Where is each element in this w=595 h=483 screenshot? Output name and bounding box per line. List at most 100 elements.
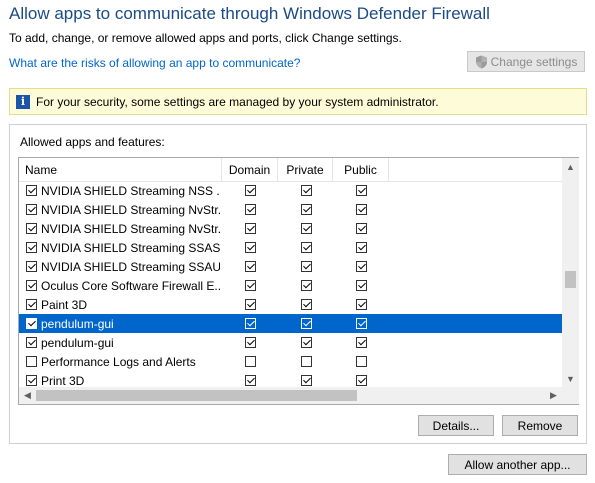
scroll-left-arrow-icon[interactable]: ◀ [19, 387, 36, 404]
public-checkbox[interactable] [356, 280, 367, 291]
details-button[interactable]: Details... [418, 415, 494, 436]
app-enabled-checkbox[interactable] [26, 318, 37, 329]
column-header-public[interactable]: Public [333, 158, 389, 181]
private-checkbox[interactable] [301, 337, 312, 348]
table-row[interactable]: Oculus Core Software Firewall E... [19, 276, 562, 295]
admin-info-bar: i For your security, some settings are m… [9, 88, 587, 115]
app-enabled-checkbox[interactable] [26, 375, 37, 386]
app-name-cell: NVIDIA SHIELD Streaming SSAS ... [26, 238, 220, 257]
app-name-cell: NVIDIA SHIELD Streaming NvStr... [26, 200, 220, 219]
app-enabled-checkbox[interactable] [26, 223, 37, 234]
domain-checkbox[interactable] [245, 375, 256, 386]
page-subtitle: To add, change, or remove allowed apps a… [9, 31, 402, 45]
public-cell [356, 352, 367, 371]
allowed-apps-list[interactable]: Name Domain Private Public NVIDIA SHIELD… [18, 157, 579, 405]
private-checkbox[interactable] [301, 280, 312, 291]
allow-another-app-button[interactable]: Allow another app... [448, 454, 587, 475]
app-enabled-checkbox[interactable] [26, 242, 37, 253]
private-cell [301, 257, 312, 276]
domain-cell [245, 181, 256, 200]
table-row[interactable]: NVIDIA SHIELD Streaming SSAU ... [19, 257, 562, 276]
domain-checkbox[interactable] [245, 204, 256, 215]
vertical-scrollbar[interactable]: ▲ ▼ [562, 158, 579, 387]
domain-cell [245, 200, 256, 219]
public-checkbox[interactable] [356, 375, 367, 386]
app-enabled-checkbox[interactable] [26, 280, 37, 291]
private-cell [301, 219, 312, 238]
app-name: NVIDIA SHIELD Streaming SSAU ... [41, 259, 220, 274]
app-name: pendulum-gui [41, 316, 114, 331]
scroll-down-arrow-icon[interactable]: ▼ [562, 370, 579, 387]
private-checkbox[interactable] [301, 261, 312, 272]
table-row[interactable]: Paint 3D [19, 295, 562, 314]
horizontal-scroll-thumb[interactable] [36, 390, 357, 401]
public-checkbox[interactable] [356, 356, 367, 367]
scroll-up-arrow-icon[interactable]: ▲ [562, 158, 579, 175]
domain-cell [245, 333, 256, 352]
table-row[interactable]: NVIDIA SHIELD Streaming SSAS ... [19, 238, 562, 257]
public-checkbox[interactable] [356, 242, 367, 253]
domain-checkbox[interactable] [245, 356, 256, 367]
public-cell [356, 314, 367, 333]
domain-checkbox[interactable] [245, 261, 256, 272]
domain-checkbox[interactable] [245, 337, 256, 348]
app-enabled-checkbox[interactable] [26, 185, 37, 196]
app-name-cell: NVIDIA SHIELD Streaming NSS ... [26, 181, 220, 200]
domain-checkbox[interactable] [245, 185, 256, 196]
scrollbar-corner [562, 387, 579, 404]
public-checkbox[interactable] [356, 318, 367, 329]
public-checkbox[interactable] [356, 261, 367, 272]
uac-shield-icon [475, 55, 487, 68]
private-checkbox[interactable] [301, 185, 312, 196]
public-checkbox[interactable] [356, 337, 367, 348]
table-row[interactable]: pendulum-gui [19, 314, 562, 333]
column-header-domain[interactable]: Domain [222, 158, 278, 181]
private-checkbox[interactable] [301, 242, 312, 253]
domain-checkbox[interactable] [245, 280, 256, 291]
table-row[interactable]: pendulum-gui [19, 333, 562, 352]
table-row[interactable]: NVIDIA SHIELD Streaming NvStr... [19, 200, 562, 219]
domain-cell [245, 352, 256, 371]
column-header-name[interactable]: Name [19, 158, 222, 181]
info-icon: i [16, 94, 30, 109]
public-checkbox[interactable] [356, 185, 367, 196]
app-name: NVIDIA SHIELD Streaming NvStr... [41, 202, 220, 217]
app-enabled-checkbox[interactable] [26, 261, 37, 272]
vertical-scroll-thumb[interactable] [565, 271, 576, 288]
private-checkbox[interactable] [301, 356, 312, 367]
domain-cell [245, 219, 256, 238]
horizontal-scrollbar[interactable]: ◀ ▶ [19, 387, 562, 404]
private-cell [301, 352, 312, 371]
risks-link[interactable]: What are the risks of allowing an app to… [9, 56, 300, 70]
domain-checkbox[interactable] [245, 299, 256, 310]
table-row[interactable]: NVIDIA SHIELD Streaming NvStr... [19, 219, 562, 238]
admin-info-text: For your security, some settings are man… [36, 94, 439, 109]
domain-checkbox[interactable] [245, 223, 256, 234]
domain-cell [245, 238, 256, 257]
private-checkbox[interactable] [301, 204, 312, 215]
domain-cell [245, 257, 256, 276]
app-enabled-checkbox[interactable] [26, 204, 37, 215]
app-name-cell: Performance Logs and Alerts [26, 352, 220, 371]
change-settings-label: Change settings [490, 54, 578, 69]
domain-cell [245, 295, 256, 314]
column-header-private[interactable]: Private [278, 158, 333, 181]
app-name: Paint 3D [41, 297, 88, 312]
private-checkbox[interactable] [301, 318, 312, 329]
app-enabled-checkbox[interactable] [26, 299, 37, 310]
domain-checkbox[interactable] [245, 242, 256, 253]
public-cell [356, 200, 367, 219]
table-row[interactable]: NVIDIA SHIELD Streaming NSS ... [19, 181, 562, 200]
public-checkbox[interactable] [356, 204, 367, 215]
private-checkbox[interactable] [301, 375, 312, 386]
private-checkbox[interactable] [301, 299, 312, 310]
domain-checkbox[interactable] [245, 318, 256, 329]
public-checkbox[interactable] [356, 299, 367, 310]
private-checkbox[interactable] [301, 223, 312, 234]
table-row[interactable]: Performance Logs and Alerts [19, 352, 562, 371]
scroll-right-arrow-icon[interactable]: ▶ [545, 387, 562, 404]
remove-button[interactable]: Remove [502, 415, 578, 436]
app-enabled-checkbox[interactable] [26, 356, 37, 367]
public-checkbox[interactable] [356, 223, 367, 234]
app-enabled-checkbox[interactable] [26, 337, 37, 348]
